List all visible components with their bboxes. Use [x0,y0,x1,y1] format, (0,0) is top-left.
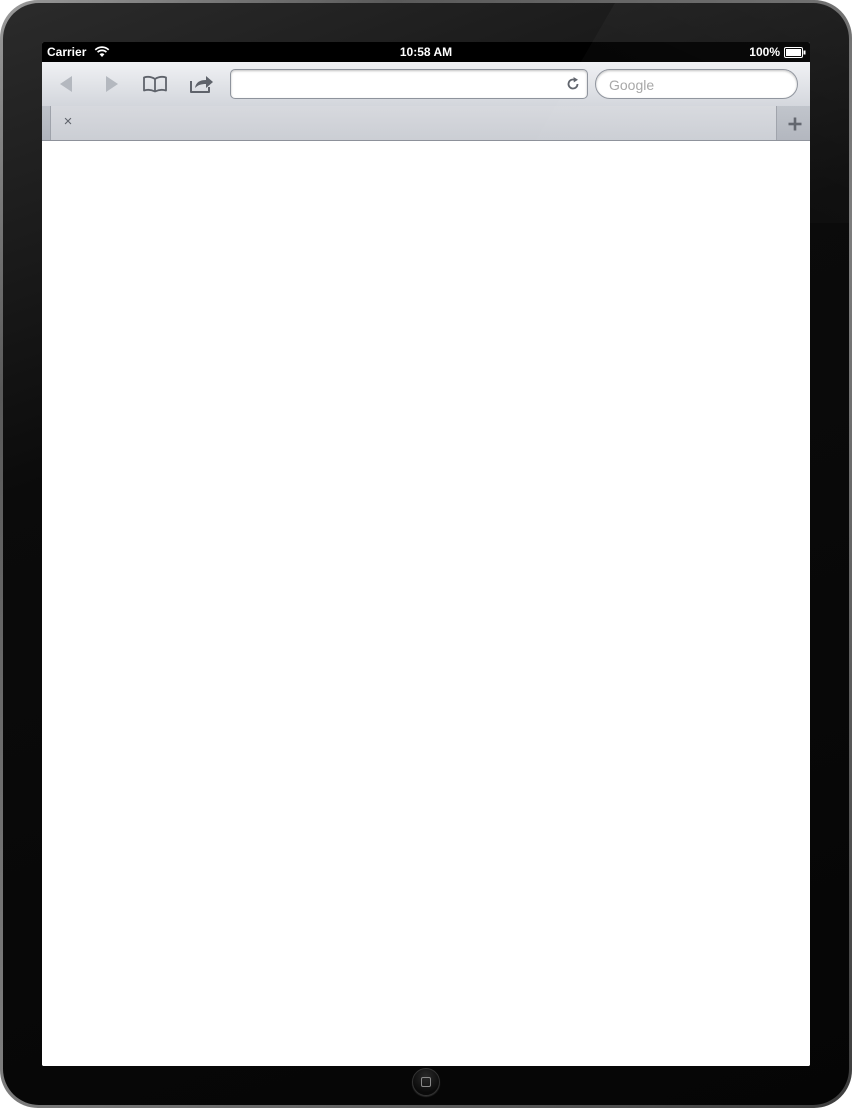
share-arrow-icon [190,76,213,93]
bookmarks-button[interactable] [140,70,170,98]
back-button[interactable] [51,70,81,98]
battery-icon [784,46,806,58]
home-button[interactable] [412,1068,440,1096]
tab-bar: × [42,106,810,141]
forward-arrow-icon [106,76,118,92]
forward-button[interactable] [97,70,127,98]
share-button[interactable] [187,70,217,98]
battery-percent: 100% [749,45,780,59]
status-bar: Carrier 10:58 AM 100% [42,42,810,62]
status-time: 10:58 AM [399,45,453,59]
new-tab-button[interactable] [779,108,810,140]
plus-icon [788,117,801,131]
web-content-area[interactable] [42,141,810,1066]
search-field[interactable] [595,69,798,99]
browser-toolbar [42,62,810,106]
battery-indicator: 100% [749,45,806,59]
device-bezel: Carrier 10:58 AM 100% Google × [3,3,849,1105]
back-arrow-icon [60,76,72,92]
screen: Carrier 10:58 AM 100% Google × [42,42,810,1066]
tab-item[interactable]: × [50,106,777,140]
close-icon[interactable]: × [61,114,75,129]
home-square-icon [421,1077,431,1087]
url-field[interactable] [230,69,588,99]
url-input[interactable] [237,74,561,96]
reload-icon[interactable] [565,76,581,92]
ipad-device-frame: Carrier 10:58 AM 100% Google × [0,0,852,1108]
bookmarks-book-icon [143,75,167,93]
search-input[interactable] [607,75,791,95]
